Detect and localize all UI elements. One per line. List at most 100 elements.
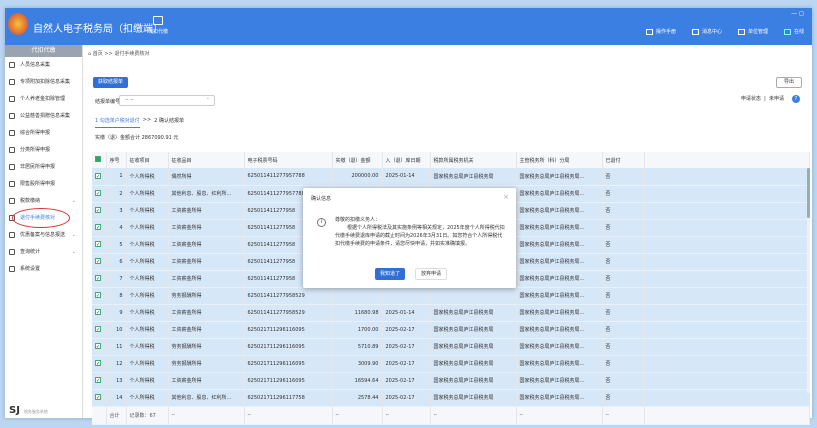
column-header[interactable]: 电子税票号码 xyxy=(244,152,333,168)
column-header[interactable]: 序号 xyxy=(106,152,127,168)
close-icon[interactable]: × xyxy=(503,193,509,201)
table-cell: 国家税务总局庐江县税务局 xyxy=(430,372,517,390)
table-cell: 625011411277958529 xyxy=(244,304,333,322)
scrollbar-thumb[interactable] xyxy=(807,168,810,218)
online-label: 在线 xyxy=(793,29,804,35)
table-row[interactable]: ✓ 8 个人所得税 劳务报酬所得 625011411277958529 国家税务总局庐江县… xyxy=(92,287,810,305)
table-cell: 否 xyxy=(602,321,645,339)
table-cell: 6 xyxy=(106,253,127,271)
sidebar-item[interactable]: 专项附加扣除信息采集 xyxy=(5,74,82,91)
manual-link[interactable]: 操作手册 xyxy=(645,28,676,35)
export-button[interactable]: 导出 xyxy=(775,77,802,88)
column-header[interactable]: 税款所属税务机关 xyxy=(430,152,517,168)
column-header[interactable]: 入（退）库日期 xyxy=(382,152,431,168)
dialog-message: 根据个人所得税法及其实施条例等相关规定，2025年度个人所得税代扣代缴手续费退库… xyxy=(335,225,505,247)
row-checkbox[interactable]: ✓ xyxy=(92,185,107,203)
column-header[interactable]: 征收品目 xyxy=(168,152,245,168)
row-checkbox[interactable]: ✓ xyxy=(92,270,107,288)
filler-cell xyxy=(644,202,810,220)
online-service-link[interactable]: 在线 xyxy=(783,28,804,35)
row-checkbox[interactable]: ✓ xyxy=(92,219,107,237)
menu-icon xyxy=(9,231,15,238)
table-row[interactable]: ✓ 13 个人所得税 工资薪金所得 625021711296116095 16594.64… xyxy=(92,372,810,390)
footer-cell: 记录数：67 xyxy=(126,406,169,425)
acknowledge-button[interactable]: 我知道了 xyxy=(375,268,406,280)
filler-cell xyxy=(644,355,810,373)
application-status: 申请状态 | 未申请? xyxy=(741,95,800,103)
get-statement-button[interactable]: 获取结报单 xyxy=(93,77,129,88)
chevron-down-icon: ⌄ xyxy=(71,198,76,204)
row-checkbox[interactable]: ✓ xyxy=(92,287,107,305)
table-cell: 个人所得税 xyxy=(126,287,169,305)
table-cell: 国家税务总局庐江县税务局... xyxy=(516,168,603,186)
column-header[interactable]: 征收项目 xyxy=(126,152,169,168)
row-checkbox[interactable]: ✓ xyxy=(92,168,107,186)
table-cell: 1700.00 xyxy=(332,321,383,339)
sidebar-item[interactable]: 优惠备案与信息报送 ⌄ xyxy=(5,227,82,244)
table-row[interactable]: ✓ 14 个人所得税 其他利息、股息、红利所... 625021711296117758… xyxy=(92,389,810,407)
breadcrumb: ⌂ 首页 >> 退付手续费核对 xyxy=(88,51,150,57)
table-cell: 国家税务总局庐江县税务局... xyxy=(516,270,603,288)
steps: 1 勾选单户税对退付 >> 2 确认结报单 xyxy=(95,117,184,128)
sidebar-item[interactable]: 分类所得申报 xyxy=(5,142,82,159)
row-checkbox[interactable]: ✓ xyxy=(92,321,107,339)
table-cell: 否 xyxy=(602,253,645,271)
unit-management-link[interactable]: 单位管理 xyxy=(737,28,768,35)
row-checkbox[interactable]: ✓ xyxy=(92,253,107,271)
table-cell: 625011411277957788 xyxy=(244,168,333,186)
table-cell: 国家税务总局庐江县税务局... xyxy=(516,338,603,356)
table-cell: 3009.90 xyxy=(332,355,383,373)
withholding-tool-button[interactable]: 代扣代缴 xyxy=(148,16,168,35)
statement-number-select[interactable]: -- -- xyxy=(119,94,215,106)
help-icon[interactable]: ? xyxy=(792,95,800,103)
table-row[interactable]: ✓ 11 个人所得税 劳务报酬所得 625021711296116095 5710.89 2… xyxy=(92,338,810,356)
table-row[interactable]: ✓ 12 个人所得税 劳务报酬所得 625021711296116095 3009.90 2… xyxy=(92,355,810,373)
table-cell: 否 xyxy=(602,287,645,305)
row-checkbox[interactable]: ✓ xyxy=(92,202,107,220)
table-cell: 工资薪金所得 xyxy=(168,372,245,390)
app-header: 自然人电子税务局（扣缴端） 代扣代缴 — ◻ 操作手册 消息中心 单位管理 在线 xyxy=(5,8,812,45)
column-header[interactable]: 主管税务所（科）分局 xyxy=(516,152,603,168)
table-cell: 否 xyxy=(602,270,645,288)
row-checkbox[interactable]: ✓ xyxy=(92,304,107,322)
sidebar-item[interactable]: 非居民所得申报 xyxy=(5,159,82,176)
row-checkbox[interactable]: ✓ xyxy=(92,372,107,390)
sidebar-item[interactable]: 限售股所得申报 xyxy=(5,176,82,193)
step-2[interactable]: 2 确认结报单 xyxy=(154,117,184,128)
row-checkbox[interactable]: ✓ xyxy=(92,236,107,254)
sidebar-item[interactable]: 综合所得申报 xyxy=(5,125,82,142)
row-checkbox[interactable]: ✓ xyxy=(92,355,107,373)
window-controls[interactable]: — ◻ xyxy=(791,10,804,17)
table-cell: 工资薪金所得 xyxy=(168,270,245,288)
row-checkbox[interactable]: ✓ xyxy=(92,389,107,407)
select-all-checkbox[interactable] xyxy=(92,152,107,168)
table-row[interactable]: ✓ 9 个人所得税 工资薪金所得 625011411277958529 11680.98 2… xyxy=(92,304,810,322)
sidebar-item[interactable]: 查询统计 ⌄ xyxy=(5,244,82,261)
sidebar-item[interactable]: 公益慈善捐赠信息采集 xyxy=(5,108,82,125)
sidebar-item[interactable]: 退付手续费核对 xyxy=(5,208,82,228)
manual-label: 操作手册 xyxy=(655,29,676,35)
table-cell: 625021711296117758 xyxy=(244,389,333,407)
table-cell: 否 xyxy=(602,202,645,220)
menu-icon xyxy=(9,95,15,102)
message-center-link[interactable]: 消息中心 xyxy=(691,28,722,35)
table-cell: 个人所得税 xyxy=(126,355,169,373)
filler-cell xyxy=(644,168,810,186)
table-row[interactable]: ✓ 10 个人所得税 工资薪金所得 625021711296116095 1700.00 2… xyxy=(92,321,810,339)
sidebar-item[interactable]: 系统设置 xyxy=(5,261,82,278)
table-row[interactable]: ✓ 1 个人所得税 偶然所得 625011411277957788 200000.00 20… xyxy=(92,168,810,186)
sidebar-item[interactable]: 人员信息采集 xyxy=(5,57,82,74)
filler-cell xyxy=(644,389,810,407)
column-header[interactable]: 实缴（退）金额 xyxy=(332,152,383,168)
table-scrollbar[interactable] xyxy=(807,168,810,393)
table-cell: 9 xyxy=(106,304,127,322)
row-checkbox[interactable]: ✓ xyxy=(92,338,107,356)
step-1[interactable]: 1 勾选单户税对退付 xyxy=(95,117,140,128)
abandon-application-button[interactable]: 放弃申请 xyxy=(415,268,448,280)
status-value: 未申请 xyxy=(768,96,784,102)
sidebar-item[interactable]: 个人养老金扣除管理 xyxy=(5,91,82,108)
column-header[interactable]: 已退付 xyxy=(602,152,645,168)
footer-blank xyxy=(92,406,107,425)
sidebar: 代扣代缴 人员信息采集 专项附加扣除信息采集 个人养老金扣除管理 公益慈善捐赠信息采集… xyxy=(5,45,83,418)
dialog-greeting: 尊敬的扣缴义务人： xyxy=(335,217,381,223)
